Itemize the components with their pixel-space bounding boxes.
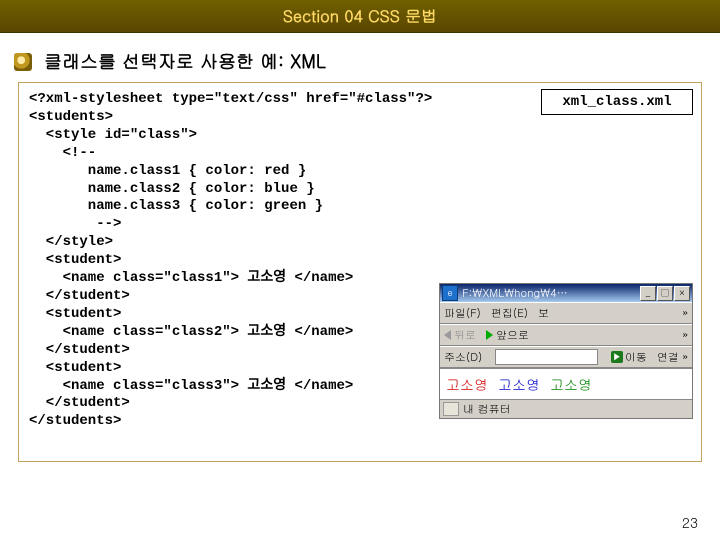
browser-content: 고소영 고소영 고소영 [440,368,692,399]
rendered-name-2: 고소영 [498,374,540,394]
browser-titlebar: e F:\XML\hong\4… _ □ × [440,284,692,302]
subtitle-text: 클래스를 선택자로 사용한 예: XML [44,49,326,74]
window-close-button[interactable]: × [674,286,690,301]
browser-title: F:\XML\hong\4… [462,286,639,301]
browser-navbar: 뒤로 앞으로 » [440,324,692,346]
ie-icon: e [442,285,458,301]
slide-subtitle: 클래스를 선택자로 사용한 예: XML [0,33,720,82]
menu-file[interactable]: 파일(F) [444,306,481,321]
browser-addressbar: 주소(D) ▶ 이동 연결 » [440,346,692,368]
nav-back-button[interactable]: 뒤로 [444,328,476,343]
nav-more[interactable]: » [683,328,689,343]
nav-forward-button[interactable]: 앞으로 [486,328,529,343]
section-bar: Section 04 CSS 문법 [0,0,720,33]
rendered-name-1: 고소영 [446,374,488,394]
browser-statusbar: 내 컴퓨터 [440,399,692,418]
rendered-name-3: 고소영 [550,374,592,394]
address-input[interactable] [495,349,598,365]
menu-view[interactable]: 보 [538,306,549,321]
nav-forward-label: 앞으로 [496,328,529,343]
go-button[interactable]: ▶ 이동 [611,350,647,365]
filename-label: xml_class.xml [541,89,693,115]
browser-window: e F:\XML\hong\4… _ □ × 파일(F) 편집(E) 보 » 뒤… [439,283,693,419]
window-maximize-button[interactable]: □ [657,286,673,301]
menu-edit[interactable]: 편집(E) [491,306,528,321]
nav-back-label: 뒤로 [454,328,476,343]
address-label: 주소(D) [444,350,482,365]
status-text: 내 컴퓨터 [463,402,511,417]
go-icon: ▶ [611,351,623,363]
links-label[interactable]: 연결 » [657,350,688,365]
browser-menubar: 파일(F) 편집(E) 보 » [440,302,692,324]
arrow-left-icon [444,330,451,340]
window-minimize-button[interactable]: _ [640,286,656,301]
bullet-icon [14,53,32,71]
status-icon [443,402,459,416]
arrow-right-icon [486,330,493,340]
menu-more[interactable]: » [683,306,689,321]
page-number: 23 [682,512,698,532]
go-label: 이동 [625,350,647,365]
section-title: Section 04 CSS 문법 [283,4,437,27]
code-example-box: <?xml-stylesheet type="text/css" href="#… [18,82,702,462]
